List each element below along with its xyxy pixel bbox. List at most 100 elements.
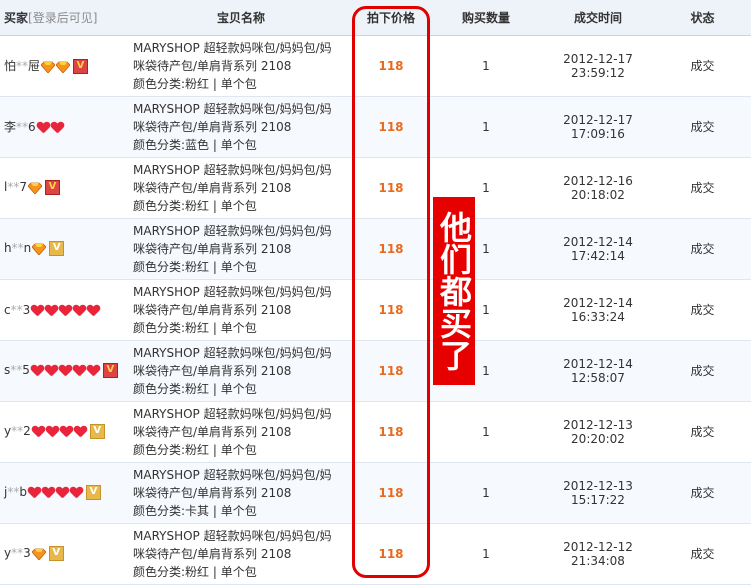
item-title-line[interactable]: MARYSHOP 超轻款妈咪包/妈妈包/妈 (133, 466, 342, 484)
col-item: 宝贝名称 (130, 0, 352, 36)
heart-icon (45, 305, 58, 316)
buyer-cell: c**3 (0, 279, 130, 341)
item-title-line[interactable]: MARYSHOP 超轻款妈咪包/妈妈包/妈 (133, 283, 342, 301)
item-title-line[interactable]: 咪袋待产包/单肩背系列 2108 (133, 545, 342, 563)
item-title-line[interactable]: MARYSHOP 超轻款妈咪包/妈妈包/妈 (133, 39, 342, 57)
heart-icon (51, 122, 64, 133)
item-title-line[interactable]: 咪袋待产包/单肩背系列 2108 (133, 362, 342, 380)
item-title-line[interactable]: 咪袋待产包/单肩背系列 2108 (133, 57, 342, 75)
status-cell: 成交 (654, 157, 751, 219)
item-title-line[interactable]: 咪袋待产包/单肩背系列 2108 (133, 484, 342, 502)
buyer-cell: j**b V (0, 462, 130, 524)
item-name-cell: MARYSHOP 超轻款妈咪包/妈妈包/妈 咪袋待产包/单肩背系列 2108 颜… (130, 523, 352, 585)
price-cell: 118 (352, 340, 430, 402)
item-variant: 颜色分类:粉红 | 单个包 (133, 259, 257, 274)
buyer-cell: y**2 V (0, 401, 130, 463)
item-title-line[interactable]: 咪袋待产包/单肩背系列 2108 (133, 240, 342, 258)
item-variant: 颜色分类:卡其 | 单个包 (133, 503, 257, 518)
item-name-cell: MARYSHOP 超轻款妈咪包/妈妈包/妈 咪袋待产包/单肩背系列 2108 颜… (130, 462, 352, 524)
table-row: 李**6 MARYSHOP 超轻款妈咪包/妈妈包/妈 咪袋待产包/单肩背系列 2… (0, 96, 751, 158)
time-cell: 2012-12-12 21:34:08 (542, 523, 654, 585)
item-title-line[interactable]: MARYSHOP 超轻款妈咪包/妈妈包/妈 (133, 527, 342, 545)
heart-icon (87, 365, 100, 376)
diamond-icon (31, 548, 47, 561)
crown-icon: V (85, 485, 101, 500)
item-name-cell: MARYSHOP 超轻款妈咪包/妈妈包/妈 咪袋待产包/单肩背系列 2108 颜… (130, 279, 352, 341)
status-cell: 成交 (654, 96, 751, 158)
buyer-cell: 李**6 (0, 96, 130, 158)
item-title-line[interactable]: MARYSHOP 超轻款妈咪包/妈妈包/妈 (133, 100, 342, 118)
diamond-icon (55, 61, 71, 74)
buyer-name: l**7 (4, 180, 27, 194)
item-variant: 颜色分类:粉红 | 单个包 (133, 564, 257, 579)
heart-icon (59, 305, 72, 316)
item-title-line[interactable]: 咪袋待产包/单肩背系列 2108 (133, 118, 342, 136)
table-row: s**5 V MARYSHOP 超轻款妈咪包/妈妈包/妈 咪袋待产包/单肩背系列 … (0, 340, 751, 402)
buyer-cell: y**3 V (0, 523, 130, 585)
buyer-name: y**3 (4, 546, 31, 560)
time-cell: 2012-12-16 20:18:02 (542, 157, 654, 219)
item-title-line[interactable]: 咪袋待产包/单肩背系列 2108 (133, 179, 342, 197)
status-cell: 成交 (654, 523, 751, 585)
diamond-icon (31, 243, 47, 256)
heart-icon (31, 305, 44, 316)
table-row: h**n V MARYSHOP 超轻款妈咪包/妈妈包/妈 咪袋待产包/单肩背系列 … (0, 218, 751, 280)
heart-icon (42, 487, 55, 498)
buyer-cell: 怕**屉 V (0, 35, 130, 97)
item-name-cell: MARYSHOP 超轻款妈咪包/妈妈包/妈 咪袋待产包/单肩背系列 2108 颜… (130, 401, 352, 463)
item-title-line[interactable]: MARYSHOP 超轻款妈咪包/妈妈包/妈 (133, 405, 342, 423)
item-title-line[interactable]: 咪袋待产包/单肩背系列 2108 (133, 301, 342, 319)
quantity-cell: 1 (430, 35, 542, 97)
crown-icon: V (49, 241, 65, 256)
table-row: l**7 V MARYSHOP 超轻款妈咪包/妈妈包/妈 咪袋待产包/单肩背系列 … (0, 157, 751, 219)
price-cell: 118 (352, 401, 430, 463)
col-status: 状态 (654, 0, 751, 36)
buyer-cell: s**5 V (0, 340, 130, 402)
crown-icon: V (73, 59, 89, 74)
table-header: 买家[登录后可见] 宝贝名称 拍下价格 购买数量 成交时间 状态 (0, 0, 751, 36)
crown-icon: V (102, 363, 118, 378)
item-name-cell: MARYSHOP 超轻款妈咪包/妈妈包/妈 咪袋待产包/单肩背系列 2108 颜… (130, 96, 352, 158)
diamond-icon (27, 182, 43, 195)
quantity-cell: 1 (430, 96, 542, 158)
item-variant: 颜色分类:粉红 | 单个包 (133, 76, 257, 91)
crown-icon: V (48, 546, 64, 561)
time-cell: 2012-12-14 12:58:07 (542, 340, 654, 402)
col-price: 拍下价格 (352, 0, 430, 36)
heart-icon (74, 426, 87, 437)
item-title-line[interactable]: MARYSHOP 超轻款妈咪包/妈妈包/妈 (133, 161, 342, 179)
quantity-cell: 1 (430, 523, 542, 585)
overlay-stamp: 他们都买了 (433, 197, 475, 385)
heart-icon (46, 426, 59, 437)
time-cell: 2012-12-17 17:09:16 (542, 96, 654, 158)
buyer-name: 李**6 (4, 120, 36, 134)
price-cell: 118 (352, 279, 430, 341)
item-title-line[interactable]: MARYSHOP 超轻款妈咪包/妈妈包/妈 (133, 222, 342, 240)
quantity-cell: 1 (430, 401, 542, 463)
buyer-name: c**3 (4, 302, 31, 317)
item-title-line[interactable]: MARYSHOP 超轻款妈咪包/妈妈包/妈 (133, 344, 342, 362)
item-variant: 颜色分类:粉红 | 单个包 (133, 442, 257, 457)
purchase-history-table: 买家[登录后可见] 宝贝名称 拍下价格 购买数量 成交时间 状态 怕**屉 V M… (0, 0, 751, 585)
item-title-line[interactable]: 咪袋待产包/单肩背系列 2108 (133, 423, 342, 441)
buyer-name: s**5 (4, 363, 30, 377)
heart-icon (45, 365, 58, 376)
heart-icon (32, 426, 45, 437)
status-cell: 成交 (654, 462, 751, 524)
status-cell: 成交 (654, 218, 751, 280)
item-variant: 颜色分类:粉红 | 单个包 (133, 320, 257, 335)
time-cell: 2012-12-13 15:17:22 (542, 462, 654, 524)
table-row: 怕**屉 V MARYSHOP 超轻款妈咪包/妈妈包/妈 咪袋待产包/单肩背系列 … (0, 35, 751, 97)
item-name-cell: MARYSHOP 超轻款妈咪包/妈妈包/妈 咪袋待产包/单肩背系列 2108 颜… (130, 157, 352, 219)
buyer-cell: h**n V (0, 218, 130, 280)
price-cell: 118 (352, 157, 430, 219)
crown-icon: V (44, 180, 60, 195)
time-cell: 2012-12-13 20:20:02 (542, 401, 654, 463)
price-cell: 118 (352, 96, 430, 158)
crown-icon: V (89, 424, 105, 439)
heart-icon (70, 487, 83, 498)
buyer-name: y**2 (4, 424, 31, 438)
heart-icon (28, 487, 41, 498)
status-cell: 成交 (654, 401, 751, 463)
login-hint[interactable]: [登录后可见] (28, 11, 97, 25)
